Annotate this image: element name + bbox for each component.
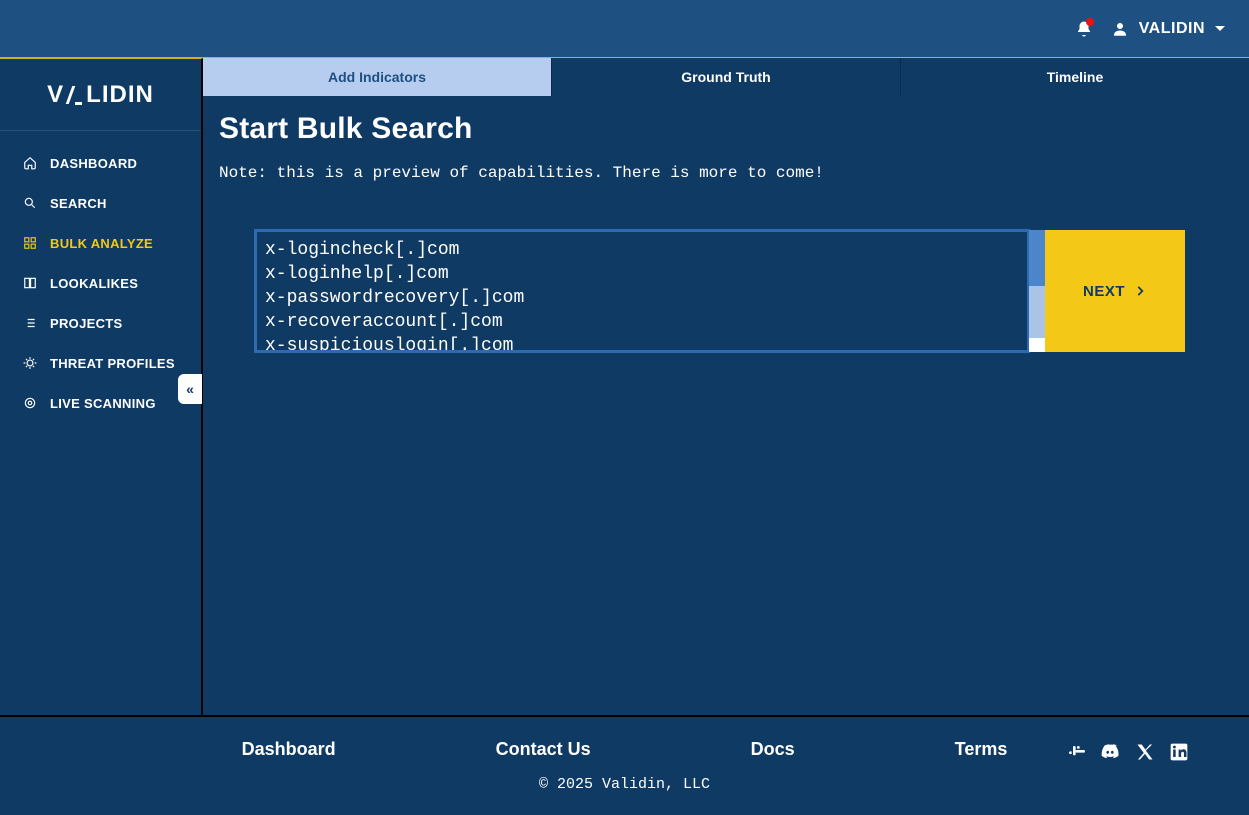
copyright: © 2025 Validin, LLC	[539, 776, 710, 793]
nav-projects[interactable]: PROJECTS	[0, 303, 201, 343]
notification-dot	[1086, 18, 1094, 26]
sidebar-collapse-button[interactable]: «	[178, 374, 202, 404]
tabs: Add Indicators Ground Truth Timeline	[203, 58, 1249, 96]
user-menu[interactable]: VALIDIN	[1111, 20, 1225, 38]
nav-label: DASHBOARD	[50, 156, 137, 171]
resize-handle[interactable]	[1029, 338, 1045, 352]
brand-logo[interactable]: VLIDIN	[0, 59, 201, 131]
tab-add-indicators[interactable]: Add Indicators	[203, 58, 551, 96]
x-twitter-icon[interactable]	[1135, 742, 1155, 762]
footer-link-dashboard[interactable]: Dashboard	[242, 739, 336, 760]
nav-list: DASHBOARD SEARCH BULK ANALYZE LOOKALIKES…	[0, 131, 201, 435]
main-content: Add Indicators Ground Truth Timeline Sta…	[203, 58, 1249, 715]
grid-icon	[22, 235, 38, 251]
nav-label: PROJECTS	[50, 316, 122, 331]
preview-note: Note: this is a preview of capabilities.…	[219, 164, 1233, 182]
scrollbar-thumb[interactable]	[1029, 230, 1045, 286]
nav-label: BULK ANALYZE	[50, 236, 153, 251]
chevron-down-icon	[1215, 26, 1225, 31]
chevron-right-icon	[1133, 284, 1147, 298]
scrollbar[interactable]	[1029, 230, 1045, 352]
nav-dashboard[interactable]: DASHBOARD	[0, 143, 201, 183]
discord-icon[interactable]	[1099, 741, 1121, 763]
compare-icon	[22, 275, 38, 291]
tab-label: Ground Truth	[681, 69, 770, 85]
top-header: VALIDIN	[0, 0, 1249, 58]
social-icons	[1065, 741, 1189, 763]
nav-label: LOOKALIKES	[50, 276, 138, 291]
footer-link-contact[interactable]: Contact Us	[496, 739, 591, 760]
nav-bulk-analyze[interactable]: BULK ANALYZE	[0, 223, 201, 263]
tab-label: Add Indicators	[328, 69, 426, 85]
notifications-button[interactable]	[1075, 20, 1093, 38]
nav-label: LIVE SCANNING	[50, 396, 156, 411]
footer-link-docs[interactable]: Docs	[751, 739, 795, 760]
bug-icon	[22, 355, 38, 371]
search-icon	[22, 195, 38, 211]
tab-timeline[interactable]: Timeline	[900, 58, 1249, 96]
footer-link-terms[interactable]: Terms	[955, 739, 1008, 760]
nav-label: SEARCH	[50, 196, 107, 211]
scrollbar-track[interactable]	[1029, 286, 1045, 338]
linkedin-icon[interactable]	[1169, 742, 1189, 762]
nav-threat-profiles[interactable]: THREAT PROFILES	[0, 343, 201, 383]
tab-label: Timeline	[1047, 69, 1104, 85]
next-label: NEXT	[1083, 283, 1125, 300]
nav-lookalikes[interactable]: LOOKALIKES	[0, 263, 201, 303]
footer-links: Dashboard Contact Us Docs Terms	[242, 739, 1008, 760]
home-icon	[22, 155, 38, 171]
tab-ground-truth[interactable]: Ground Truth	[551, 58, 900, 96]
brand-text: VLIDIN	[47, 81, 154, 109]
page-title: Start Bulk Search	[219, 112, 1233, 146]
nav-label: THREAT PROFILES	[50, 356, 175, 371]
sidebar: VLIDIN DASHBOARD SEARCH BULK ANALYZE LOO…	[0, 58, 203, 715]
footer: Dashboard Contact Us Docs Terms © 2025 V…	[0, 715, 1249, 815]
next-button[interactable]: NEXT	[1045, 230, 1185, 352]
nav-search[interactable]: SEARCH	[0, 183, 201, 223]
slack-icon[interactable]	[1065, 742, 1085, 762]
user-icon	[1111, 20, 1129, 38]
target-icon	[22, 395, 38, 411]
nav-live-scanning[interactable]: LIVE SCANNING	[0, 383, 201, 423]
user-label: VALIDIN	[1139, 20, 1205, 38]
indicators-textarea[interactable]	[255, 230, 1029, 352]
chevron-double-left-icon: «	[186, 381, 194, 397]
list-icon	[22, 315, 38, 331]
